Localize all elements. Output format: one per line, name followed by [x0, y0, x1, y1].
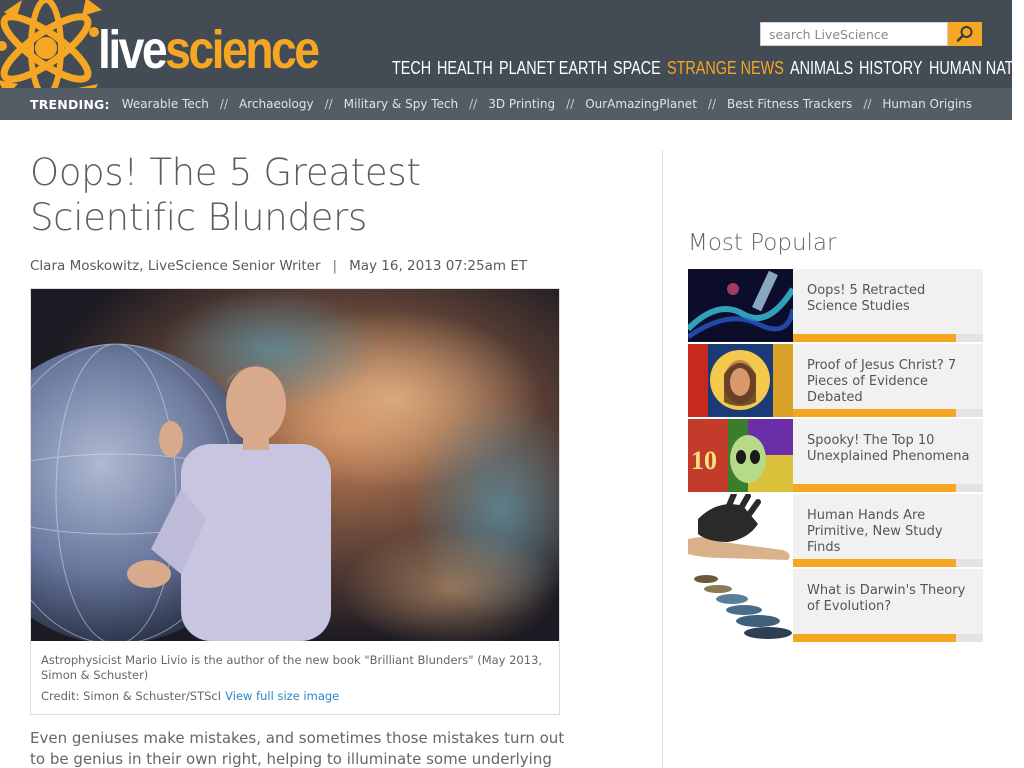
svg-text:10: 10 [691, 446, 717, 475]
search-button[interactable] [948, 22, 982, 46]
nav-space[interactable]: SPACE [613, 56, 661, 80]
popular-item[interactable]: What is Darwin's Theory of Evolution? [688, 569, 983, 644]
byline-separator: | [332, 258, 338, 274]
popular-item-bar [793, 409, 983, 417]
photo-caption: Astrophysicist Mario Livio is the author… [31, 641, 559, 714]
popular-item-bar [793, 559, 983, 567]
popular-item-title[interactable]: Spooky! The Top 10 Unexplained Phenomena [793, 419, 983, 492]
trending-link[interactable]: OurAmazingPlanet [585, 97, 697, 111]
nav-tech[interactable]: TECH [392, 56, 431, 80]
popular-item[interactable]: Human Hands Are Primitive, New Study Fin… [688, 494, 983, 569]
trending-separator: // [566, 97, 575, 111]
bar-fill [793, 559, 957, 567]
most-popular-list: Oops! 5 Retracted Science Studies Proof … [688, 269, 983, 644]
nav-strange-news[interactable]: STRANGE NEWS [667, 56, 784, 80]
credit-text: Credit: Simon & Schuster/STScI [41, 689, 222, 703]
logo-live: live [98, 20, 168, 80]
bar-fill [793, 634, 957, 642]
nav-planet-earth[interactable]: PLANET EARTH [499, 56, 607, 80]
trending-link[interactable]: Archaeology [239, 97, 314, 111]
article-intro: Even geniuses make mistakes, and sometim… [30, 729, 565, 768]
popular-item-bar [793, 484, 983, 492]
atom-logo-icon[interactable] [0, 0, 114, 88]
bar-remainder [956, 559, 983, 567]
trending-separator: // [324, 97, 333, 111]
bar-fill [793, 484, 957, 492]
byline: Clara Moskowitz, LiveScience Senior Writ… [30, 258, 590, 274]
article-headline: Oops! The 5 Greatest Scientific Blunders [30, 151, 421, 239]
site-header: livescience TECHHEALTHPLANET EARTHSPACES… [0, 0, 1012, 88]
popular-thumbnail[interactable] [688, 569, 793, 642]
trending-separator: // [707, 97, 716, 111]
trending-separator: // [469, 97, 478, 111]
trending-link[interactable]: Human Origins [882, 97, 972, 111]
article-photo[interactable] [31, 289, 559, 641]
author-name[interactable]: Clara Moskowitz, LiveScience Senior Writ… [30, 258, 321, 274]
popular-thumbnail[interactable]: 10 [688, 419, 793, 492]
popular-item-bar [793, 334, 983, 342]
bar-remainder [956, 634, 983, 642]
logo-science: science [165, 20, 320, 80]
trending-label: TRENDING: [30, 96, 110, 112]
popular-item-title[interactable]: Human Hands Are Primitive, New Study Fin… [793, 494, 983, 567]
popular-thumbnail[interactable] [688, 269, 793, 342]
bar-fill [793, 334, 957, 342]
nav-human-nature[interactable]: HUMAN NATURE [929, 56, 1012, 80]
nav-history[interactable]: HISTORY [859, 56, 922, 80]
bar-fill [793, 409, 957, 417]
article: Oops! The 5 Greatest Scientific Blunders… [30, 150, 590, 768]
bar-remainder [956, 484, 983, 492]
trending-link[interactable]: Best Fitness Trackers [727, 97, 852, 111]
trending-separator: // [219, 97, 229, 111]
trending-bar: TRENDING: Wearable Tech // Archaeology // Mi… [0, 88, 1012, 120]
trending-link[interactable]: Military & Spy Tech [344, 97, 458, 111]
nav-animals[interactable]: ANIMALS [790, 56, 853, 80]
trending-link[interactable]: Wearable Tech [122, 97, 209, 111]
publish-date: May 16, 2013 07:25am ET [349, 258, 528, 274]
popular-thumbnail[interactable] [688, 494, 793, 567]
most-popular-title: Most Popular [688, 230, 837, 256]
popular-item-title[interactable]: What is Darwin's Theory of Evolution? [793, 569, 983, 642]
search-icon [956, 26, 973, 42]
popular-item-title[interactable]: Oops! 5 Retracted Science Studies [793, 269, 983, 342]
popular-item[interactable]: 10 Spooky! The Top 10 Unexplained Phenom… [688, 419, 983, 494]
popular-item[interactable]: Oops! 5 Retracted Science Studies [688, 269, 983, 344]
photo-credit: Credit: Simon & Schuster/STScI View full … [41, 689, 549, 704]
popular-item-title[interactable]: Proof of Jesus Christ? 7 Pieces of Evide… [793, 344, 983, 417]
bar-remainder [956, 409, 983, 417]
popular-item[interactable]: Proof of Jesus Christ? 7 Pieces of Evide… [688, 344, 983, 419]
column-divider [662, 150, 663, 768]
site-logo[interactable]: livescience [98, 20, 320, 80]
popular-item-bar [793, 634, 983, 642]
trending-link[interactable]: 3D Printing [488, 97, 555, 111]
nav-health[interactable]: HEALTH [437, 56, 493, 80]
search-input[interactable] [760, 22, 948, 46]
trending-separator: // [863, 97, 872, 111]
view-full-size-link[interactable]: View full size image [225, 689, 339, 703]
article-figure: Astrophysicist Mario Livio is the author… [30, 288, 560, 715]
bar-remainder [956, 334, 983, 342]
popular-thumbnail[interactable] [688, 344, 793, 417]
caption-text: Astrophysicist Mario Livio is the author… [41, 653, 543, 682]
